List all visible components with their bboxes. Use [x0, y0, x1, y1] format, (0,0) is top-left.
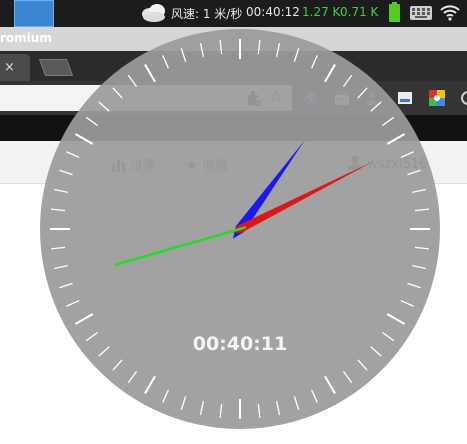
analog-clock[interactable] [40, 29, 440, 429]
system-panel: 风速: 1 米/秒 00:40:12 1.27 K 0.71 K [0, 0, 467, 27]
digital-time: 00:40:11 [192, 333, 288, 355]
browser-tab[interactable]: × [0, 54, 30, 81]
keyboard-icon[interactable] [410, 6, 432, 20]
taskbar-window-thumbnail[interactable] [14, 0, 54, 27]
weather-cloud-icon[interactable] [140, 2, 168, 24]
tab-close-icon[interactable]: × [4, 60, 15, 75]
menu-icon[interactable] [460, 90, 467, 106]
network-download-speed: 0.71 K [340, 5, 379, 19]
system-clock[interactable]: 00:40:12 [246, 5, 300, 19]
battery-icon[interactable] [389, 2, 400, 22]
network-upload-speed: 1.27 K [302, 5, 341, 19]
wifi-icon[interactable] [440, 4, 460, 21]
weather-wind-speed[interactable]: 风速: 1 米/秒 [171, 5, 242, 22]
